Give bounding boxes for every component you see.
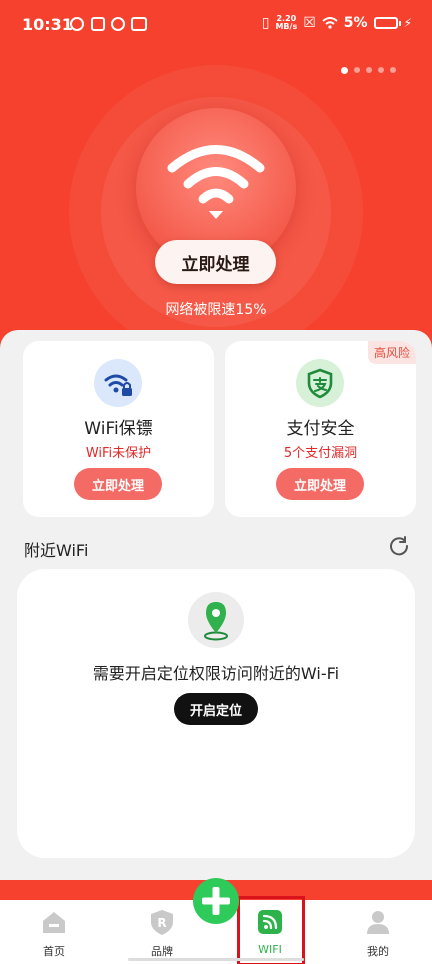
enable-location-button[interactable]: 开启定位: [174, 693, 258, 725]
wifi-status-icon: [322, 17, 338, 29]
page-dot: [354, 67, 360, 73]
tab-home[interactable]: 首页: [0, 900, 108, 964]
battery-icon: [373, 17, 401, 29]
card-warning: 5个支付漏洞: [283, 446, 358, 461]
net-speed-unit: MB/s: [275, 22, 298, 31]
charging-icon: ⚡: [403, 16, 412, 30]
tab-label: 品牌: [151, 945, 173, 958]
home-icon: [43, 912, 65, 933]
tab-label: 首页: [43, 945, 65, 958]
risk-tag: 高风险: [367, 341, 416, 364]
wifi-guard-card[interactable]: WiFi保镖 WiFi未保护 立即处理: [23, 341, 214, 517]
sim-icon: ☒: [303, 15, 316, 31]
hero-action-button[interactable]: 立即处理: [155, 240, 276, 284]
wifi-lock-icon: [94, 359, 142, 407]
wifi-large-icon: [167, 145, 265, 219]
vibrate-icon: ▯: [261, 15, 270, 31]
card-title: 支付安全: [286, 419, 355, 439]
tab-mine[interactable]: 我的: [324, 900, 432, 964]
wifi-guard-fix-button[interactable]: 立即处理: [74, 468, 162, 500]
tab-highlight-box: [237, 896, 305, 964]
status-right: ▯ 2.20 MB/s ☒ 5% ⚡: [261, 15, 412, 32]
page-dot: [366, 67, 372, 73]
page-indicator: [341, 66, 396, 74]
notification-icon: [70, 17, 84, 31]
app-notification-icon: [91, 17, 105, 31]
user-icon: [367, 911, 389, 934]
tab-label: 我的: [367, 945, 389, 958]
page-dot: [378, 67, 384, 73]
app-notification-icon: [131, 17, 147, 31]
status-time: 10:31: [22, 15, 73, 34]
page-dot: [390, 67, 396, 73]
net-speed: 2.20 MB/s: [275, 15, 297, 31]
location-pin-icon: [188, 592, 244, 648]
home-indicator: [128, 958, 304, 961]
add-button[interactable]: [193, 878, 239, 924]
payment-shield-icon: [296, 359, 344, 407]
nearby-wifi-card: 需要开启定位权限访问附近的Wi-Fi 开启定位: [17, 569, 415, 858]
location-permission-message: 需要开启定位权限访问附近的Wi-Fi: [92, 664, 340, 683]
payment-security-fix-button[interactable]: 立即处理: [276, 468, 364, 500]
card-warning: WiFi未保护: [85, 446, 152, 461]
app-notification-icon: [111, 17, 125, 31]
card-title: WiFi保镖: [84, 419, 153, 439]
hero-banner: 10:31 ▯ 2.20 MB/s ☒ 5% ⚡ 立即处理 网络被限速15%: [0, 0, 432, 360]
page-dot: [341, 66, 348, 74]
brand-shield-icon: R: [151, 910, 173, 935]
refresh-icon[interactable]: [388, 535, 410, 557]
battery-text: 5%: [343, 15, 368, 31]
hero-subtitle: 网络被限速15%: [165, 302, 267, 318]
nearby-wifi-title: 附近WiFi: [24, 541, 89, 560]
payment-security-card[interactable]: 高风险 支付安全 5个支付漏洞 立即处理: [225, 341, 416, 517]
status-bar: 10:31 ▯ 2.20 MB/s ☒ 5% ⚡: [0, 0, 432, 52]
plus-icon: [202, 887, 230, 915]
svg-text:R: R: [157, 916, 166, 930]
